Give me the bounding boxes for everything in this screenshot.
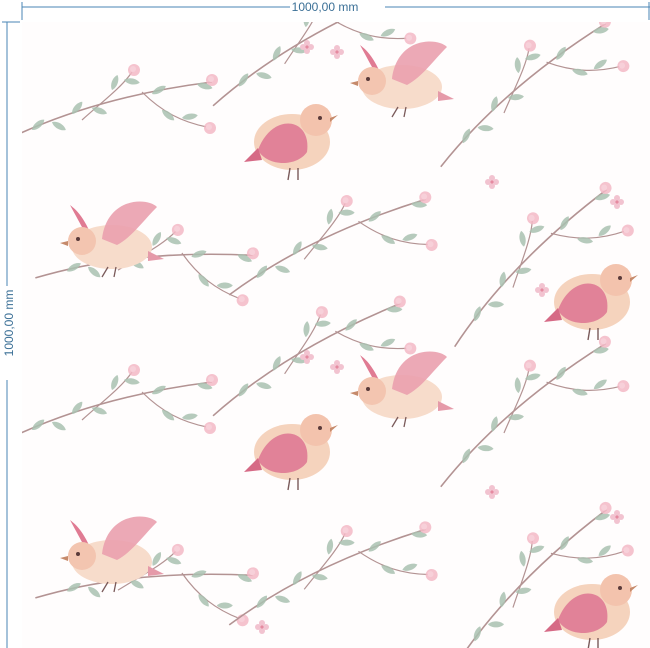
height-dimension-label: 1000,00 mm xyxy=(2,289,16,357)
width-dimension-label: 1000,00 mm xyxy=(291,0,359,14)
wallpaper-pattern-preview xyxy=(22,22,650,648)
pattern-artwork xyxy=(22,22,650,648)
